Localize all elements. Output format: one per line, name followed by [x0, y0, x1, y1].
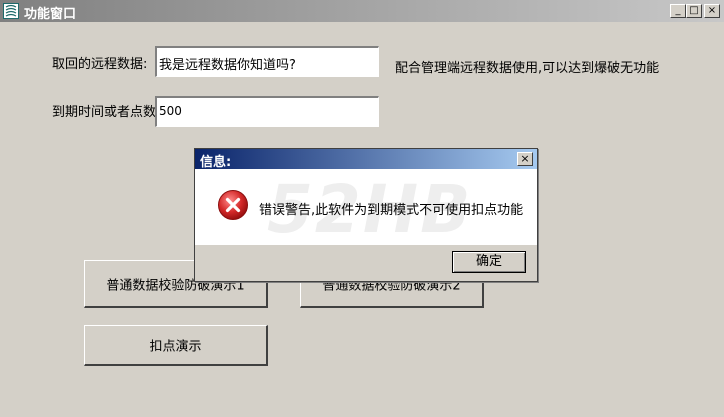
dialog-footer: 确定 [195, 245, 537, 281]
error-icon [218, 190, 248, 220]
maximize-button[interactable]: □ [686, 4, 702, 18]
expiry-label: 到期时间或者点数: [52, 105, 161, 120]
deduct-demo-label: 扣点演示 [149, 339, 202, 355]
remote-data-field[interactable]: 我是远程数据你知道吗? [155, 46, 379, 77]
close-button[interactable]: × [704, 4, 720, 18]
ok-button[interactable]: 确定 [452, 251, 526, 273]
remote-data-hint: 配合管理端远程数据使用,可以达到爆破无功能 [395, 61, 660, 76]
dialog-titlebar[interactable]: 信息: × [195, 149, 537, 170]
expiry-field[interactable]: 500 [155, 96, 379, 127]
window-titlebar[interactable]: 功能窗口 _ □ × [0, 0, 724, 22]
window-title: 功能窗口 [24, 7, 77, 22]
info-dialog: 信息: × 52HB 错误警告,此软件为到期模式不可使用扣点功能 确定 [194, 148, 538, 282]
dialog-title: 信息: [200, 155, 232, 170]
app-icon [3, 3, 19, 19]
dialog-body: 52HB 错误警告,此软件为到期模式不可使用扣点功能 [195, 169, 537, 245]
dialog-message: 错误警告,此软件为到期模式不可使用扣点功能 [259, 203, 524, 218]
remote-data-label: 取回的远程数据: [52, 57, 148, 72]
main-window: 功能窗口 _ □ × 取回的远程数据: 我是远程数据你知道吗? 配合管理端远程数… [0, 0, 724, 417]
deduct-demo-button[interactable]: 扣点演示 [84, 325, 268, 366]
dialog-close-button[interactable]: × [517, 152, 533, 166]
minimize-button[interactable]: _ [670, 4, 686, 18]
